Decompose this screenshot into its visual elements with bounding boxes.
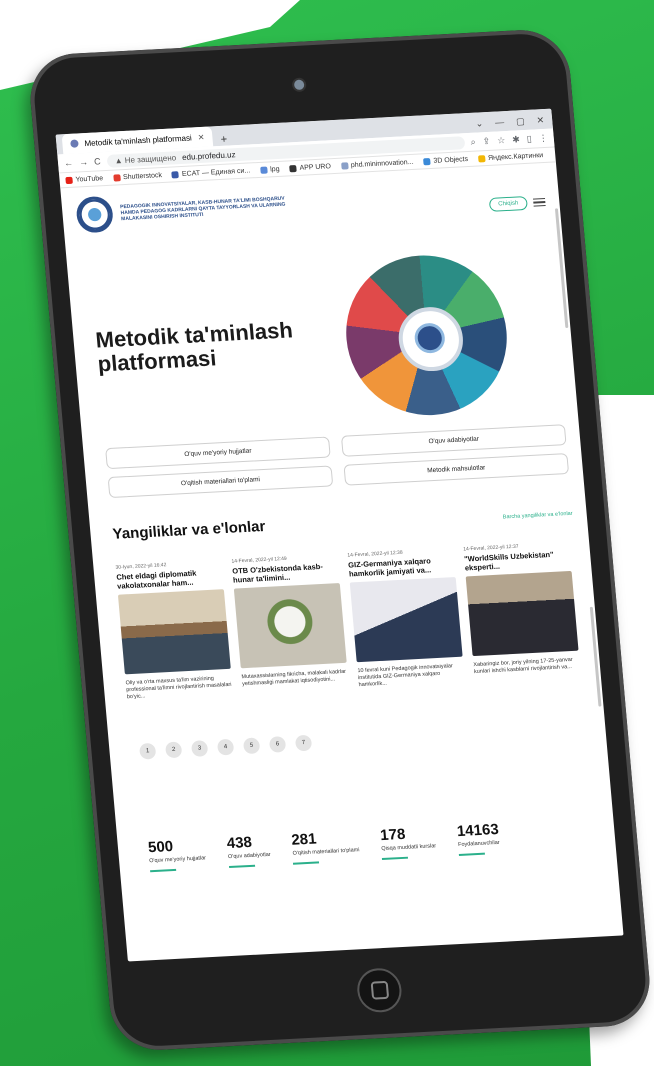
stat-underline: [150, 868, 177, 873]
page-button[interactable]: 6: [268, 736, 287, 753]
page-button[interactable]: 4: [216, 738, 235, 756]
stat-value: 178: [379, 825, 407, 845]
home-button[interactable]: [355, 967, 404, 1014]
app-icon: [289, 164, 297, 172]
stat-label: O'quv me'yoriy hujjatlar: [149, 855, 207, 865]
shutterstock-icon: [112, 173, 121, 182]
camera-icon: [291, 77, 307, 93]
logout-button[interactable]: Chiqish: [488, 195, 528, 212]
back-button[interactable]: ←: [64, 158, 74, 168]
stat-underline: [458, 852, 486, 857]
favicon-icon: [70, 139, 79, 148]
stat-label: O'qitish materiallari to'plami: [292, 847, 360, 857]
ecat-icon: [171, 170, 180, 179]
tab-title: Metodik ta'minlash platformasi: [84, 132, 193, 148]
folder-icon: [477, 154, 486, 162]
close-window-button[interactable]: ✕: [536, 115, 544, 126]
bookmark-item[interactable]: lpg: [259, 165, 280, 174]
stat-item: 14163 Foydalanuvchilar: [456, 820, 501, 857]
news-title[interactable]: "WorldSkills Uzbekistan" eksperti...: [464, 549, 571, 573]
close-tab-icon[interactable]: ✕: [197, 132, 204, 141]
reload-button[interactable]: C: [94, 156, 101, 166]
page-button[interactable]: 7: [294, 734, 313, 752]
news-photo[interactable]: [233, 583, 347, 669]
news-excerpt: Mutaxassislarning fikricha, malakali kad…: [241, 668, 347, 688]
stat-item: 500 O'quv me'yoriy hujjatlar: [147, 836, 207, 873]
zoom-icon[interactable]: ⌕: [470, 136, 476, 147]
news-card[interactable]: 30-Iyun, 2022-yil 16:42 Chet eldagi dipl…: [115, 559, 233, 708]
stat-item: 281 O'qitish materiallari to'plami: [290, 828, 361, 865]
category-button[interactable]: O'quv me'yoriy hujjatlar: [105, 436, 331, 470]
institute-name: PEDAGOGIK INNOVATSIYALAR, KASB-HUNAR TA'…: [119, 195, 286, 223]
bookmark-item[interactable]: YouTube: [65, 175, 103, 184]
page-button[interactable]: 1: [138, 742, 157, 760]
news-title[interactable]: OTB O'zbekistonda kasb-hunar ta'limini..…: [232, 561, 339, 585]
page-button[interactable]: 5: [242, 737, 261, 755]
news-excerpt: 10 fevral kuni Pedagogik innovatsiyalar …: [357, 663, 454, 689]
menu-dots-icon[interactable]: ⋮: [538, 132, 548, 143]
forward-button[interactable]: →: [79, 157, 89, 167]
stat-underline: [293, 861, 320, 865]
bookmark-item[interactable]: Яндекс.Картинки: [477, 152, 543, 162]
share-icon[interactable]: ⇪: [482, 135, 490, 146]
news-card[interactable]: 14-Fevral, 2022-yil 12:38 GIZ-Germaniya …: [347, 547, 465, 696]
header-actions: Chiqish: [488, 195, 546, 212]
stat-underline: [228, 864, 255, 869]
bookmark-icon: [340, 161, 349, 170]
new-tab-button[interactable]: +: [220, 134, 227, 146]
security-warning[interactable]: ▲ Не защищено: [114, 153, 176, 165]
bookmark-item[interactable]: phd.mininnovation...: [340, 158, 414, 170]
wheel-center-emblem: [396, 305, 466, 373]
news-section-title: Yangiliklar va e'lonlar: [111, 517, 267, 543]
stat-label: O'quv adabiyotlar: [227, 851, 271, 861]
news-excerpt: Oliy va o'rta maxsus ta'lim vazirining p…: [125, 675, 232, 701]
page-title: Metodik ta'minlash platformasi: [94, 317, 294, 377]
page-button[interactable]: 2: [164, 741, 183, 759]
stat-value: 14163: [456, 820, 500, 841]
star-icon[interactable]: ☆: [497, 135, 506, 146]
hero-section: Metodik ta'minlash platformasi: [65, 218, 578, 443]
stat-label: Qisqa muddatli kurslar: [381, 843, 437, 853]
stat-label: Foydalanuvchilar: [457, 839, 500, 849]
news-photo[interactable]: [117, 589, 231, 675]
sidepanel-icon[interactable]: ▯: [526, 133, 532, 144]
stat-value: 500: [147, 838, 174, 857]
url-text: edu.profedu.uz: [181, 149, 236, 162]
youtube-icon: [65, 176, 73, 184]
tablet-screen: Metodik ta'minlash platformasi ✕ + ⌄ — ▢…: [55, 108, 624, 962]
tablet-device: Metodik ta'minlash platformasi ✕ + ⌄ — ▢…: [26, 27, 654, 1053]
bookmark-item[interactable]: ECAT — Единая си...: [171, 167, 251, 179]
news-list: 30-Iyun, 2022-yil 16:42 Chet eldagi dipl…: [92, 528, 601, 709]
all-news-link[interactable]: Barcha yangiliklar va e'lonlar: [503, 511, 573, 521]
stat-underline: [382, 856, 409, 861]
news-photo[interactable]: [465, 570, 579, 657]
tab-search-icon[interactable]: ⌄: [475, 118, 483, 129]
news-card[interactable]: 14-Fevral, 2022-yil 12:49 OTB O'zbekisto…: [231, 553, 349, 702]
education-wheel-illustration: [339, 251, 514, 420]
bookmark-item[interactable]: APP URO: [289, 163, 331, 172]
3d-objects-icon: [423, 157, 431, 165]
minimize-button[interactable]: —: [495, 117, 505, 128]
home-square-icon: [370, 980, 390, 1000]
news-photo[interactable]: [349, 576, 463, 663]
stat-value: 438: [226, 833, 253, 853]
toolbar-icons: ⌕ ⇪ ☆ ✱ ▯ ⋮: [470, 132, 548, 147]
hamburger-menu-icon[interactable]: [532, 197, 546, 207]
bookmark-item[interactable]: 3D Objects: [423, 156, 468, 165]
stat-item: 178 Qisqa muddatli kurslar: [379, 824, 438, 861]
stat-item: 438 O'quv adabiyotlar: [226, 833, 271, 869]
extensions-icon[interactable]: ✱: [512, 134, 520, 145]
news-excerpt: Xabaringiz bor, joriy yilning 17-25-yanv…: [473, 656, 573, 676]
institute-logo[interactable]: [75, 195, 115, 234]
category-button[interactable]: O'quv adabiyotlar: [340, 424, 567, 457]
stat-value: 281: [290, 830, 318, 849]
news-title[interactable]: GIZ-Germaniya xalqaro hamkorlik jamiyati…: [348, 555, 455, 578]
bookmark-icon: [259, 166, 268, 174]
bookmark-item[interactable]: Shutterstock: [112, 172, 162, 182]
page-button[interactable]: 3: [190, 740, 209, 757]
news-card[interactable]: 14-Fevral, 2022-yil 12:37 "WorldSkills U…: [463, 541, 581, 690]
maximize-button[interactable]: ▢: [516, 116, 525, 127]
news-title[interactable]: Chet eldagi diplomatik vakolatxonalar ha…: [116, 567, 223, 591]
